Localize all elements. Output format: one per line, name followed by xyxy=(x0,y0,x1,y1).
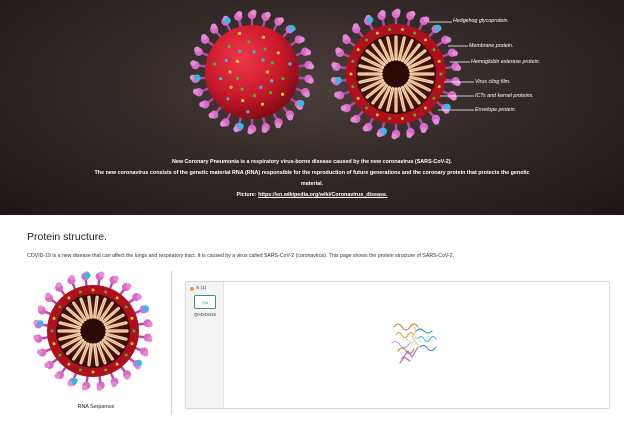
caption-picture-credit: Picture: https://en.wikipedia.org/wiki/C… xyxy=(60,190,564,201)
thumbnail-id: QHD43416 xyxy=(194,312,216,317)
panel-divider xyxy=(171,271,172,415)
chain-sidebar: S (1) 7jxt QHD43416 xyxy=(186,282,224,408)
hero-caption: New Coronary Pneumonia is a respiratory … xyxy=(60,157,564,201)
section-title: Protein structure. xyxy=(27,231,107,243)
label-icts-kernel-proteins: ICTs and kernel proteins. xyxy=(475,93,534,99)
label-hemoglobin-esterase: Hemoglobin esterase protein. xyxy=(471,59,541,65)
section-description: COVID-19 is a new disease that can affec… xyxy=(27,253,455,259)
caption-line-2: The new coronavirus consists of the gene… xyxy=(94,170,530,176)
caption-line-1: New Coronary Pneumonia is a respiratory … xyxy=(171,159,453,165)
label-envelope-protein: Envelope protein. xyxy=(475,107,517,113)
label-hedgehog-glycoprotein: Hedgehog glycoprotein. xyxy=(453,18,509,24)
chain-selector[interactable]: S (1) xyxy=(190,286,206,291)
picture-prefix: Picture: xyxy=(236,192,259,198)
chain-label: S (1) xyxy=(196,286,207,291)
coronavirus-cross-section-image xyxy=(33,271,153,391)
picture-source-link[interactable]: https://en.wikipedia.org/wiki/Coronaviru… xyxy=(258,192,387,198)
protein-structure-viewer[interactable]: S (1) 7jxt QHD43416 xyxy=(185,281,610,409)
label-membrane-protein: Membrane protein. xyxy=(469,43,514,49)
rna-image-panel: RNA Sequence xyxy=(27,271,169,416)
caption-line-3: material. xyxy=(300,181,324,187)
thumbnail-text: 7jxt xyxy=(201,299,209,305)
label-virus-cling-film: Virus cling film. xyxy=(475,79,511,85)
structure-thumbnail[interactable]: 7jxt xyxy=(194,295,216,309)
protein-3d-structure[interactable] xyxy=(386,317,442,367)
hero-banner: Hedgehog glycoprotein. Membrane protein.… xyxy=(0,0,624,215)
rna-sequence-caption: RNA Sequence xyxy=(77,404,115,410)
chain-marker-icon xyxy=(190,286,194,291)
